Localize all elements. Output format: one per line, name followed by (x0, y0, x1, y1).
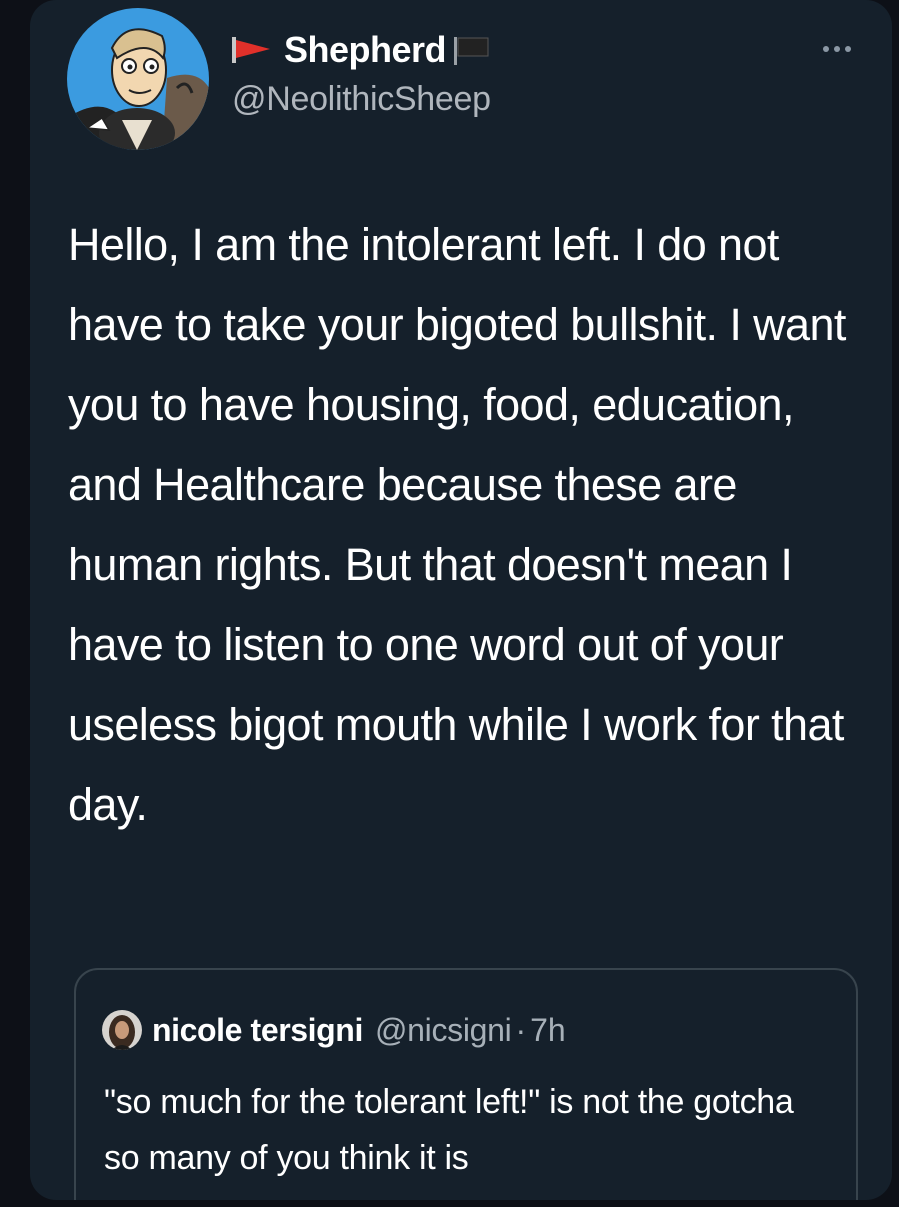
quoted-tweet-header: nicole tersigni @nicsigni · 7h (102, 1008, 566, 1052)
tweet-body: Hello, I am the intolerant left. I do no… (68, 219, 846, 830)
quoted-author-avatar[interactable] (102, 1010, 142, 1050)
quoted-timestamp[interactable]: 7h (530, 1012, 566, 1049)
red-flag-icon (232, 37, 270, 63)
quoted-tweet-body: "so much for the tolerant left!" is not … (104, 1083, 794, 1177)
screenshot: Shepherd @NeolithicSheep Hello, I am the… (0, 0, 899, 1207)
quoted-author-name[interactable]: nicole tersigni (152, 1012, 363, 1049)
author-name-row[interactable]: Shepherd (230, 28, 492, 72)
more-options-icon[interactable] (822, 44, 852, 54)
author-handle[interactable]: @NeolithicSheep (232, 80, 491, 119)
tweet-card[interactable]: Shepherd @NeolithicSheep Hello, I am the… (30, 0, 892, 1200)
quoted-author-handle[interactable]: @nicsigni (375, 1012, 512, 1049)
black-flag-icon (454, 37, 489, 65)
author-display-name[interactable]: Shepherd (284, 29, 447, 71)
cartoon-avatar-icon[interactable] (67, 8, 209, 150)
quoted-tweet-card[interactable]: nicole tersigni @nicsigni · 7h "so much … (74, 968, 858, 1200)
quoted-meta-separator: · (515, 1011, 527, 1048)
